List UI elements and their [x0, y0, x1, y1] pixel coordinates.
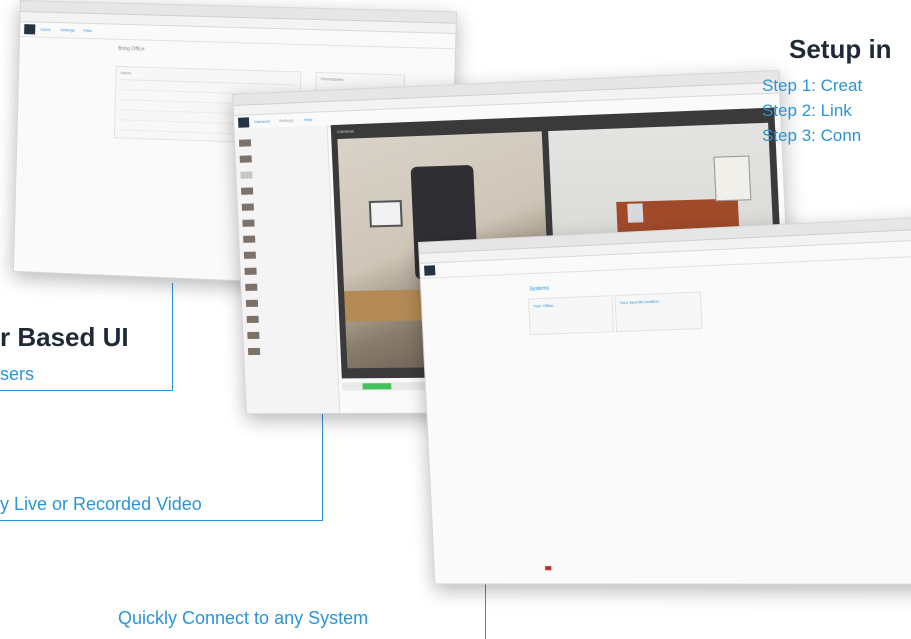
middle-callout-text: y Live or Recorded Video: [0, 494, 202, 514]
app-logo: [24, 24, 36, 35]
right-callout-heading: Setup in: [789, 34, 892, 64]
systems-section-label: Systems: [529, 285, 550, 293]
tab-settings[interactable]: Settings: [279, 118, 294, 124]
page-title: Bring Office: [118, 45, 145, 53]
tab-files[interactable]: Files: [83, 28, 92, 33]
app-logo: [424, 265, 436, 276]
camera-list-item[interactable]: [241, 184, 322, 196]
camera-sidebar: [234, 125, 341, 414]
video-view-label: Cameras: [336, 128, 354, 134]
footer-bar: [435, 564, 911, 571]
right-callout-step-2: Step 2: Link: [762, 101, 852, 120]
system-card-left-title: Your Office: [533, 302, 554, 309]
permissions-title: Permissions: [320, 76, 344, 82]
system-card-right[interactable]: Your favorite location: [614, 291, 703, 333]
camera-list-item[interactable]: [247, 330, 328, 340]
right-callout-step-3: Step 3: Conn: [762, 126, 862, 145]
system-card-right-title: Your favorite location: [619, 298, 660, 306]
users-section-label: Users: [120, 70, 132, 76]
camera-list-item[interactable]: [241, 200, 323, 211]
connector-bottom-v: [485, 578, 486, 639]
connector-left-v: [172, 283, 173, 391]
tab-help[interactable]: Help: [304, 117, 313, 122]
tab-settings[interactable]: Settings: [60, 27, 75, 32]
camera-list-item[interactable]: [243, 249, 325, 260]
camera-list-item[interactable]: [245, 298, 327, 308]
connector-left-h: [0, 390, 173, 391]
camera-list-item[interactable]: [242, 217, 323, 228]
tab-cameras[interactable]: Cameras: [254, 118, 270, 124]
camera-list-item[interactable]: [243, 233, 324, 244]
screenshot-systems: Systems Your Office Your favorite locati…: [418, 214, 911, 585]
camera-list-item[interactable]: [238, 136, 319, 148]
camera-list-item[interactable]: [247, 346, 329, 356]
app-logo: [237, 117, 250, 128]
left-callout-heading: r Based UI: [0, 322, 129, 352]
system-card-left[interactable]: Your Office: [527, 295, 615, 336]
tab-users[interactable]: Users: [40, 27, 51, 32]
left-callout-sub: sers: [0, 364, 35, 384]
connector-mid-v: [322, 410, 323, 521]
right-callout-step-1: Step 1: Creat: [762, 76, 863, 95]
camera-list-item[interactable]: [240, 168, 321, 180]
camera-list-item[interactable]: [244, 265, 325, 276]
camera-list-item[interactable]: [245, 281, 326, 292]
connector-mid-h: [0, 520, 323, 521]
bottom-callout-text: Quickly Connect to any System: [118, 608, 369, 628]
camera-list-item[interactable]: [246, 314, 328, 324]
camera-list-item[interactable]: [239, 152, 321, 164]
